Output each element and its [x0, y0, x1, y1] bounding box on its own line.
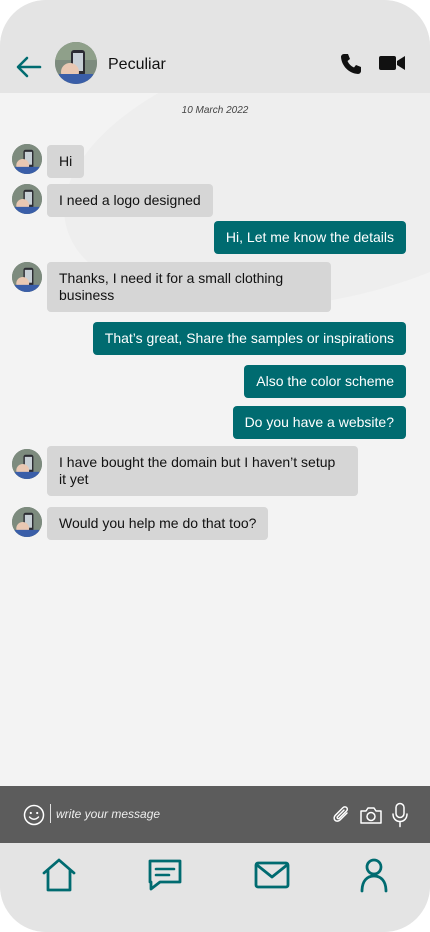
sender-avatar [12, 262, 42, 292]
sender-avatar [12, 449, 42, 479]
message-input[interactable] [56, 803, 316, 825]
text-cursor [50, 804, 51, 823]
back-arrow-icon[interactable] [14, 52, 44, 82]
microphone-icon[interactable] [391, 802, 409, 828]
message-incoming: Would you help me do that too? [47, 507, 269, 540]
profile-icon[interactable] [354, 857, 394, 893]
message-incoming: I need a logo designed [47, 184, 213, 217]
message-outgoing: That’s great, Share the samples or inspi… [92, 322, 406, 355]
paperclip-icon[interactable] [332, 804, 352, 826]
contact-avatar[interactable] [55, 42, 97, 84]
message-incoming: I have bought the domain but I haven’t s… [47, 446, 358, 496]
video-camera-icon[interactable] [378, 53, 406, 73]
avatar-photo [55, 42, 97, 84]
phone-icon[interactable] [339, 52, 363, 76]
contact-name: Peculiar [108, 56, 166, 73]
conversation-date: 10 March 2022 [181, 105, 249, 116]
sender-avatar [12, 507, 42, 537]
chat-screen: Peculiar 10 March 2022 Hi I need a logo … [0, 0, 430, 932]
message-outgoing: Also the color scheme [244, 365, 406, 398]
sender-avatar [12, 184, 42, 214]
message-outgoing: Hi, Let me know the details [213, 221, 406, 254]
message-incoming: Thanks, I need it for a small clothing b… [47, 262, 331, 312]
chat-header: Peculiar [0, 0, 430, 93]
mail-icon[interactable] [252, 857, 292, 893]
message-incoming: Hi [47, 145, 85, 178]
message-composer [0, 786, 430, 843]
message-outgoing: Do you have a website? [232, 406, 406, 439]
chat-icon[interactable] [145, 857, 185, 893]
smiley-icon[interactable] [23, 804, 45, 826]
sender-avatar [12, 144, 42, 174]
camera-icon[interactable] [359, 804, 383, 826]
bottom-navigation [0, 843, 430, 932]
home-icon[interactable] [39, 857, 79, 893]
